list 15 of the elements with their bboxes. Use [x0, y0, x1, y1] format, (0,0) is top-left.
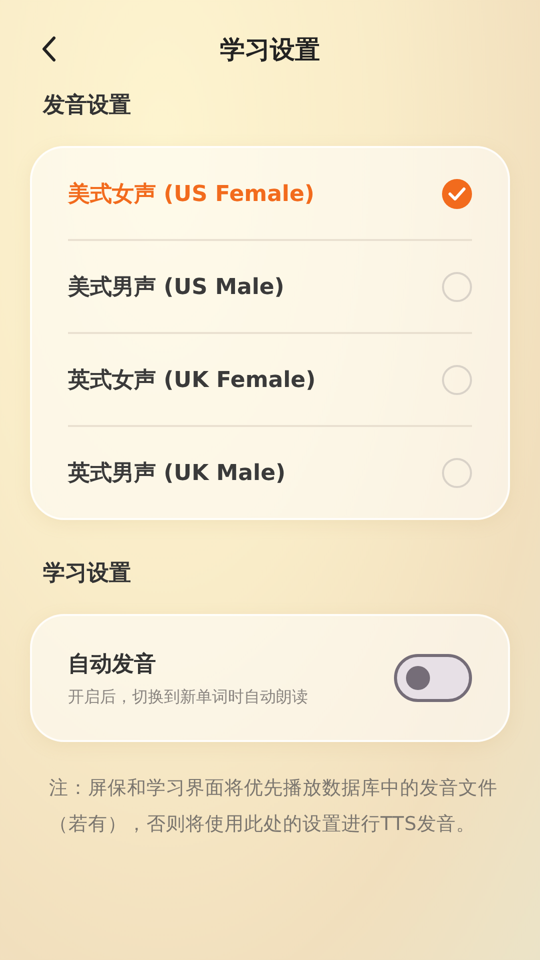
- voice-label: 英式女声 (UK Female): [68, 366, 316, 394]
- note-text: 注：屏保和学习界面将优先播放数据库中的发音文件（若有），否则将使用此处的设置进行TTS发音。: [48, 776, 498, 837]
- page-title: 学习设置: [220, 34, 320, 66]
- setting-description: 开启后，切换到新单词时自动朗读: [68, 686, 308, 708]
- voice-option[interactable]: 英式男声 (UK Male): [68, 425, 472, 518]
- section-title: 发音设置: [42, 92, 132, 120]
- back-icon: [42, 36, 56, 62]
- voice-option[interactable]: 美式男声 (US Male): [68, 239, 472, 332]
- voice-option[interactable]: 英式女声 (UK Female): [68, 332, 472, 425]
- setting-label: 自动发音: [68, 650, 157, 678]
- toggle-switch[interactable]: [394, 654, 472, 702]
- voice-label: 英式男声 (UK Male): [68, 460, 286, 488]
- section-title: 学习设置: [42, 560, 132, 588]
- voice-label: 美式男声 (US Male): [68, 274, 284, 302]
- voice-label: 美式女声 (US Female): [68, 180, 314, 208]
